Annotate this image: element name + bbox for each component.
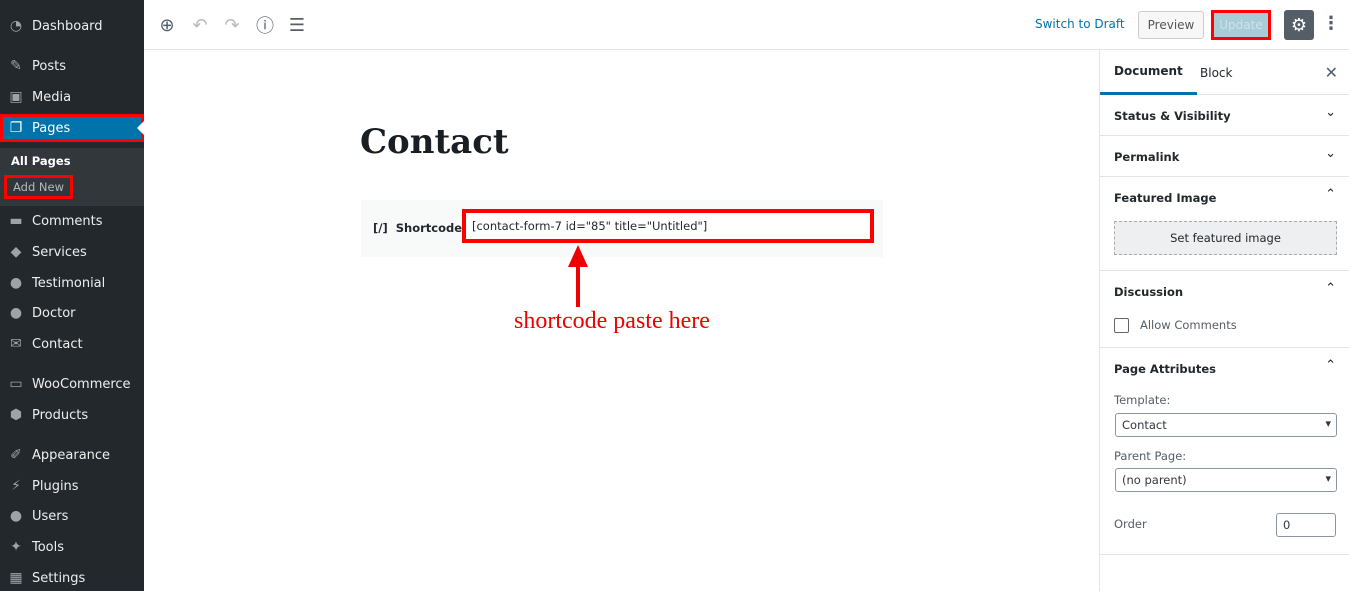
box-icon: ⬢ <box>9 407 23 423</box>
section-discussion: Discussion ⌃ <box>1100 271 1349 348</box>
shortcode-icon: [/] <box>373 221 388 235</box>
section-page-attributes: Page Attributes ⌃ Template: Contact Paren… <box>1100 348 1349 555</box>
allow-comments-label: Allow Comments <box>1140 318 1237 332</box>
undo-icon[interactable]: ↶ <box>188 13 212 37</box>
order-input[interactable]: 0 <box>1276 513 1336 537</box>
redo-icon[interactable]: ↷ <box>220 13 244 37</box>
chevron-down-icon: ⌄ <box>1325 146 1336 161</box>
sidebar-item-label: Dashboard <box>32 18 103 34</box>
dashboard-icon: ◔ <box>9 18 23 34</box>
update-button[interactable]: Update <box>1211 10 1271 40</box>
shortcode-label-text: Shortcode <box>395 221 463 235</box>
user-icon: ● <box>9 275 23 291</box>
allow-comments-checkbox[interactable] <box>1114 318 1129 333</box>
sidebar-item-label: Doctor <box>32 305 76 321</box>
sidebar-item-label: Contact <box>32 336 83 352</box>
section-title[interactable]: Discussion <box>1114 285 1183 299</box>
sidebar-item-tools[interactable]: ✦ Tools <box>0 533 144 561</box>
sidebar-item-plugins[interactable]: ⚡ Plugins <box>0 472 144 500</box>
sidebar-item-label: Plugins <box>32 478 79 494</box>
set-featured-image-button[interactable]: Set featured image <box>1114 221 1337 255</box>
sidebar-item-users[interactable]: ● Users <box>0 502 144 530</box>
sidebar-item-doctor[interactable]: ● Doctor <box>0 299 144 327</box>
admin-sidebar: All Pages Add New ◔ Dashboard ✎ Posts ▣ Media… <box>0 0 144 591</box>
pin-icon: ✎ <box>10 58 22 74</box>
section-title[interactable]: Page Attributes <box>1114 362 1216 376</box>
section-title: Permalink <box>1114 150 1180 164</box>
sidebar-item-services[interactable]: ◆ Services <box>0 238 144 266</box>
preview-button[interactable]: Preview <box>1138 11 1204 39</box>
template-select[interactable]: Contact <box>1115 413 1337 437</box>
annotation-arrow <box>568 245 588 307</box>
pages-icon: ❐ <box>9 120 23 136</box>
sidebar-item-label: Appearance <box>32 447 111 463</box>
tag-icon: ◆ <box>10 244 22 260</box>
woo-icon: ▭ <box>9 376 23 392</box>
sidebar-item-label: Testimonial <box>32 275 106 291</box>
sidebar-item-settings[interactable]: ▦ Settings <box>0 564 144 592</box>
sidebar-item-label: Comments <box>32 213 103 229</box>
comment-icon: ▬ <box>9 213 23 229</box>
order-label: Order <box>1114 517 1147 531</box>
sidebar-item-label: Settings <box>32 570 86 586</box>
add-block-icon[interactable]: ⊕ <box>155 13 179 37</box>
sidebar-item-media[interactable]: ▣ Media <box>0 83 144 111</box>
sidebar-item-pages[interactable]: ❐ Pages <box>0 114 144 142</box>
sidebar-item-testimonial[interactable]: ● Testimonial <box>0 269 144 297</box>
sidebar-item-label: WooCommerce <box>32 376 131 392</box>
sidebar-item-woocommerce[interactable]: ▭ WooCommerce <box>0 370 144 398</box>
plug-icon: ⚡ <box>11 478 21 494</box>
tab-document[interactable]: Document <box>1100 50 1197 95</box>
close-icon[interactable]: ✕ <box>1325 63 1338 82</box>
sidebar-item-label: Media <box>32 89 72 105</box>
wrench-icon: ✦ <box>10 539 22 555</box>
settings-panel: Document Block ✕ Status & Visibility ⌄ Pe… <box>1099 50 1349 591</box>
sidebar-item-comments[interactable]: ▬ Comments <box>0 207 144 235</box>
shortcode-label: [/] Shortcode <box>373 221 462 235</box>
sidebar-item-contact[interactable]: ✉ Contact <box>0 330 144 358</box>
submenu-add-new[interactable]: Add New <box>4 175 74 199</box>
shortcode-block[interactable]: [/] Shortcode [contact-form-7 id="85" ti… <box>361 200 883 257</box>
sidebar-item-label: Tools <box>32 539 65 555</box>
sidebar-item-label: Pages <box>32 120 71 136</box>
editor-toolbar: ⊕ ↶ ↷ ⓘ ☰ Switch to Draft Preview Update… <box>144 0 1349 50</box>
sidebar-item-appearance[interactable]: ✐ Appearance <box>0 441 144 469</box>
pages-submenu: All Pages Add New <box>0 148 144 206</box>
settings-gear-icon[interactable]: ⚙ <box>1284 10 1314 40</box>
media-icon: ▣ <box>9 89 23 105</box>
chevron-down-icon: ⌄ <box>1325 105 1336 120</box>
section-title: Status & Visibility <box>1114 109 1231 123</box>
sidebar-item-dashboard[interactable]: ◔ Dashboard <box>0 12 144 40</box>
more-options-icon[interactable]: ⋮ <box>1322 13 1340 34</box>
brush-icon: ✐ <box>10 447 22 463</box>
submenu-all-pages[interactable]: All Pages <box>11 154 71 168</box>
sidebar-item-label: Services <box>32 244 87 260</box>
chevron-up-icon[interactable]: ⌃ <box>1325 187 1336 202</box>
settings-icon: ▦ <box>9 570 23 586</box>
chevron-up-icon[interactable]: ⌃ <box>1325 281 1336 296</box>
page-title[interactable]: Contact <box>360 122 509 162</box>
parent-page-label: Parent Page: <box>1114 449 1187 463</box>
user-icon: ● <box>9 305 23 321</box>
sidebar-item-label: Users <box>32 508 69 524</box>
users-icon: ● <box>9 508 23 524</box>
sidebar-item-label: Products <box>32 407 89 423</box>
sidebar-item-products[interactable]: ⬢ Products <box>0 401 144 429</box>
mail-icon: ✉ <box>10 336 22 352</box>
annotation-text: shortcode paste here <box>514 308 710 334</box>
section-status[interactable]: Status & Visibility ⌄ <box>1100 95 1349 136</box>
outline-icon[interactable]: ☰ <box>285 13 309 37</box>
section-featured-image: Featured Image ⌃ Set featured image <box>1100 177 1349 271</box>
template-label: Template: <box>1114 393 1171 407</box>
sidebar-item-label: Posts <box>32 58 66 74</box>
switch-to-draft-link[interactable]: Switch to Draft <box>1035 17 1125 31</box>
sidebar-item-posts[interactable]: ✎ Posts <box>0 52 144 80</box>
parent-page-select[interactable]: (no parent) <box>1115 468 1337 492</box>
info-icon[interactable]: ⓘ <box>253 13 277 37</box>
tab-block[interactable]: Block <box>1186 50 1246 95</box>
chevron-up-icon[interactable]: ⌃ <box>1325 358 1336 373</box>
shortcode-input[interactable]: [contact-form-7 id="85" title="Untitled"… <box>462 209 874 243</box>
section-permalink[interactable]: Permalink ⌄ <box>1100 136 1349 177</box>
section-title[interactable]: Featured Image <box>1114 191 1216 205</box>
